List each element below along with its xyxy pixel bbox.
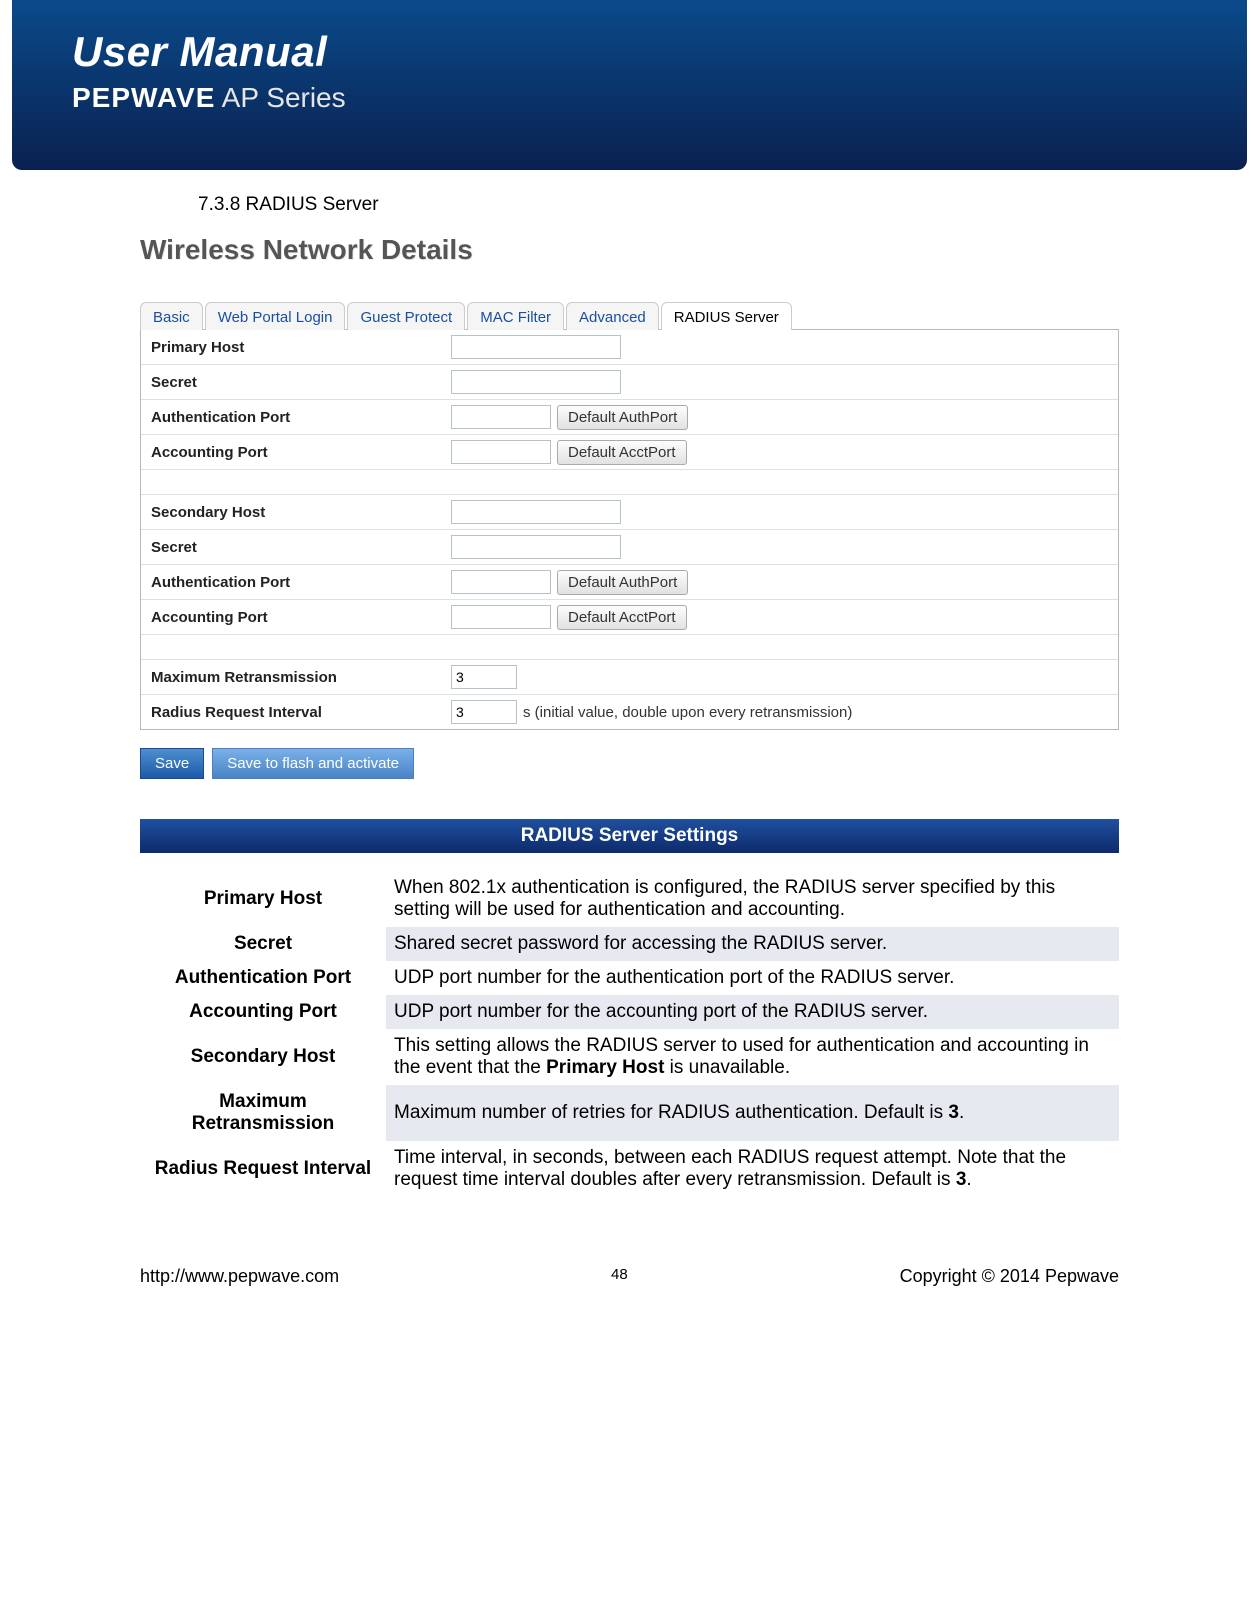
- tab-basic[interactable]: Basic: [140, 302, 203, 330]
- default-authport1-button[interactable]: Default AuthPort: [557, 405, 688, 430]
- default-acctport2-button[interactable]: Default AcctPort: [557, 605, 687, 630]
- tab-mac-filter[interactable]: MAC Filter: [467, 302, 564, 330]
- max-retrans-label: Maximum Retransmission: [151, 669, 451, 686]
- secondary-host-label: Secondary Host: [151, 504, 451, 521]
- req-interval-note: s (initial value, double upon every retr…: [523, 704, 852, 721]
- settings-desc: Time interval, in seconds, between each …: [386, 1141, 1119, 1197]
- banner-brand: PEPWAVE: [72, 82, 215, 113]
- settings-desc: Maximum number of retries for RADIUS aut…: [386, 1085, 1119, 1141]
- banner: User Manual PEPWAVE AP Series: [12, 0, 1247, 170]
- settings-desc: This setting allows the RADIUS server to…: [386, 1029, 1119, 1085]
- settings-key: Accounting Port: [140, 995, 386, 1029]
- banner-subtitle: PEPWAVE AP Series: [72, 82, 1187, 114]
- tab-guest-protect[interactable]: Guest Protect: [347, 302, 465, 330]
- secret1-input[interactable]: [451, 370, 621, 394]
- req-interval-input[interactable]: [451, 700, 517, 724]
- settings-key: Secondary Host: [140, 1029, 386, 1085]
- settings-desc: Shared secret password for accessing the…: [386, 927, 1119, 961]
- save-button[interactable]: Save: [140, 748, 204, 779]
- banner-title: User Manual: [72, 28, 1187, 76]
- secret2-label: Secret: [151, 539, 451, 556]
- secret1-label: Secret: [151, 374, 451, 391]
- primary-host-label: Primary Host: [151, 339, 451, 356]
- acct-port1-label: Accounting Port: [151, 444, 451, 461]
- acct-port2-label: Accounting Port: [151, 609, 451, 626]
- tabs-bar: Basic Web Portal Login Guest Protect MAC…: [140, 296, 1119, 330]
- settings-descriptions-table: Primary Host When 802.1x authentication …: [140, 871, 1119, 1197]
- settings-key: Secret: [140, 927, 386, 961]
- settings-table-title: RADIUS Server Settings: [140, 819, 1119, 853]
- footer-copyright: Copyright © 2014 Pepwave: [900, 1266, 1119, 1287]
- panel-title: Wireless Network Details: [140, 234, 1119, 266]
- footer-page: 48: [611, 1266, 628, 1287]
- max-retrans-input[interactable]: [451, 665, 517, 689]
- req-interval-label: Radius Request Interval: [151, 704, 451, 721]
- auth-port1-input[interactable]: [451, 405, 551, 429]
- section-heading: 7.3.8 RADIUS Server: [198, 194, 1119, 216]
- auth-port2-label: Authentication Port: [151, 574, 451, 591]
- settings-desc: UDP port number for the authentication p…: [386, 961, 1119, 995]
- auth-port1-label: Authentication Port: [151, 409, 451, 426]
- settings-desc: When 802.1x authentication is configured…: [386, 871, 1119, 927]
- tab-advanced[interactable]: Advanced: [566, 302, 659, 330]
- settings-key: Authentication Port: [140, 961, 386, 995]
- footer-url: http://www.pepwave.com: [140, 1266, 339, 1287]
- settings-desc: UDP port number for the accounting port …: [386, 995, 1119, 1029]
- settings-key: Maximum Retransmission: [140, 1085, 386, 1141]
- auth-port2-input[interactable]: [451, 570, 551, 594]
- default-authport2-button[interactable]: Default AuthPort: [557, 570, 688, 595]
- banner-series: AP Series: [222, 82, 346, 113]
- secondary-host-input[interactable]: [451, 500, 621, 524]
- page-footer: http://www.pepwave.com 48 Copyright © 20…: [0, 1266, 1259, 1287]
- settings-key: Radius Request Interval: [140, 1141, 386, 1197]
- settings-key: Primary Host: [140, 871, 386, 927]
- tab-radius-server[interactable]: RADIUS Server: [661, 302, 792, 330]
- secret2-input[interactable]: [451, 535, 621, 559]
- acct-port2-input[interactable]: [451, 605, 551, 629]
- tab-web-portal-login[interactable]: Web Portal Login: [205, 302, 346, 330]
- settings-panel: Primary Host Secret Authentication Port …: [140, 329, 1119, 730]
- primary-host-input[interactable]: [451, 335, 621, 359]
- save-flash-button[interactable]: Save to flash and activate: [212, 748, 414, 779]
- default-acctport1-button[interactable]: Default AcctPort: [557, 440, 687, 465]
- acct-port1-input[interactable]: [451, 440, 551, 464]
